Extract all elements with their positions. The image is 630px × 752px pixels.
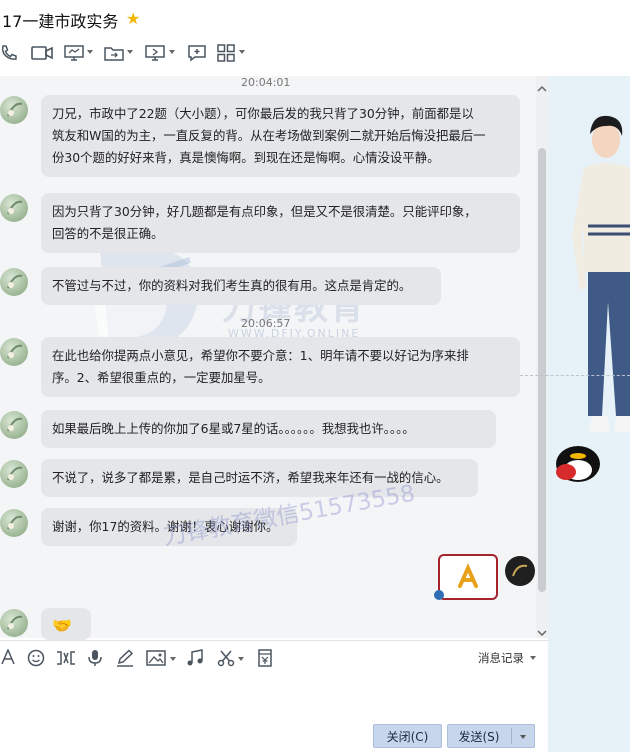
contact-avatar[interactable] <box>0 411 28 439</box>
message-history-link[interactable]: 消息记录 <box>478 650 524 666</box>
add-chat-icon[interactable] <box>187 44 207 66</box>
message-timestamp: 20:06:57 <box>241 317 291 330</box>
message-line: 份30个题的好好来背，真是懊悔啊。到现在还是悔啊。心情没设平静。 <box>52 150 440 165</box>
file-transfer-icon[interactable] <box>104 44 124 66</box>
pen-icon[interactable] <box>116 649 134 671</box>
remote-desktop-icon[interactable] <box>145 44 165 66</box>
scissors-icon[interactable] <box>217 649 235 671</box>
microphone-icon[interactable] <box>87 649 103 671</box>
send-button-label: 发送(S) <box>458 730 500 744</box>
message-line: 在此也给你提两点小意见，希望你不要介意：1、明年请不要以好记为序来排 <box>52 348 469 363</box>
gif-icon[interactable] <box>55 649 77 671</box>
handshake-icon: 🤝 <box>52 616 72 635</box>
message-bubble[interactable]: 🤝 <box>41 608 91 640</box>
chevron-up-icon[interactable] <box>536 80 548 92</box>
title-bar: 17一建市政实务 ★ <box>0 0 630 40</box>
scrollbar-thumb[interactable] <box>538 148 546 592</box>
contact-avatar[interactable] <box>0 96 28 124</box>
contact-avatar[interactable] <box>0 194 28 222</box>
image-icon[interactable] <box>146 649 166 671</box>
contact-show-panel <box>548 76 630 752</box>
contact-avatar[interactable] <box>0 509 28 537</box>
message-line: 回答的不是很正确。 <box>52 226 164 241</box>
chevron-down-icon[interactable] <box>536 624 548 637</box>
chevron-down-icon[interactable] <box>169 50 175 54</box>
message-bubble[interactable]: 如果最后晚上上传的你加了6星或7星的话。。。。。。我想我也许。。。。 <box>41 410 496 448</box>
status-badge <box>434 590 444 600</box>
sticker-message[interactable] <box>438 554 498 600</box>
chevron-down-icon[interactable] <box>530 656 536 660</box>
message-bubble[interactable]: 在此也给你提两点小意见，希望你不要介意：1、明年请不要以好记为序来排 序。2、希… <box>41 337 520 397</box>
message-line: 如果最后晚上上传的你加了6星或7星的话。。。。。。我想我也许。。。。 <box>52 421 415 436</box>
message-bubble[interactable]: 因为只背了30分钟，好几题都是有点印象，但是又不是很清楚。只能评印象， 回答的不… <box>41 193 520 253</box>
message-line: 刀兄，市政中了22题（大小题），可你最后发的我只背了30分钟，前面都是以 <box>52 106 474 121</box>
panel-divider <box>520 375 630 376</box>
chevron-down-icon[interactable] <box>520 735 526 739</box>
screen-share-icon[interactable] <box>64 44 84 66</box>
chevron-down-icon[interactable] <box>238 657 244 661</box>
message-line: 序。2、希望很重点的，一定要加星号。 <box>52 370 271 385</box>
window-title: 17一建市政实务 <box>2 12 119 31</box>
music-icon[interactable] <box>186 649 204 671</box>
message-line: 筑友和W国的为主，一直反复的背。从在考场做到案例二就开始后悔没把最后一 <box>52 128 486 143</box>
chevron-down-icon[interactable] <box>239 50 245 54</box>
chevron-down-icon[interactable] <box>170 657 176 661</box>
my-avatar[interactable] <box>505 556 535 586</box>
emoji-icon[interactable] <box>27 649 45 671</box>
apps-grid-icon[interactable] <box>217 44 235 66</box>
contact-avatar[interactable] <box>0 460 28 488</box>
star-icon[interactable]: ★ <box>126 9 140 28</box>
red-packet-icon[interactable] <box>257 649 273 671</box>
message-bubble[interactable]: 不管过与不过，你的资料对我们考生真的很有用。这点是肯定的。 <box>41 267 441 305</box>
message-line: 不管过与不过，你的资料对我们考生真的很有用。这点是肯定的。 <box>52 278 412 293</box>
font-icon[interactable] <box>0 648 16 669</box>
phone-icon[interactable] <box>0 44 18 66</box>
input-toolbar <box>0 640 548 674</box>
chat-toolbar <box>0 44 630 70</box>
chevron-down-icon[interactable] <box>87 50 93 54</box>
close-button[interactable]: 关闭(C) <box>373 724 442 748</box>
message-bubble[interactable]: 刀兄，市政中了22题（大小题），可你最后发的我只背了30分钟，前面都是以 筑友和… <box>41 95 520 177</box>
chevron-down-icon[interactable] <box>127 50 133 54</box>
send-button[interactable]: 发送(S) <box>447 724 535 748</box>
contact-avatar[interactable] <box>0 338 28 366</box>
button-divider <box>511 728 512 744</box>
message-timestamp: 20:04:01 <box>241 76 291 89</box>
contact-avatar[interactable] <box>0 268 28 296</box>
video-call-icon[interactable] <box>31 44 53 66</box>
contact-avatar[interactable] <box>0 609 28 637</box>
message-line: 因为只背了30分钟，好几题都是有点印象，但是又不是很清楚。只能评印象， <box>52 204 477 219</box>
avatar-character-image <box>556 115 630 482</box>
